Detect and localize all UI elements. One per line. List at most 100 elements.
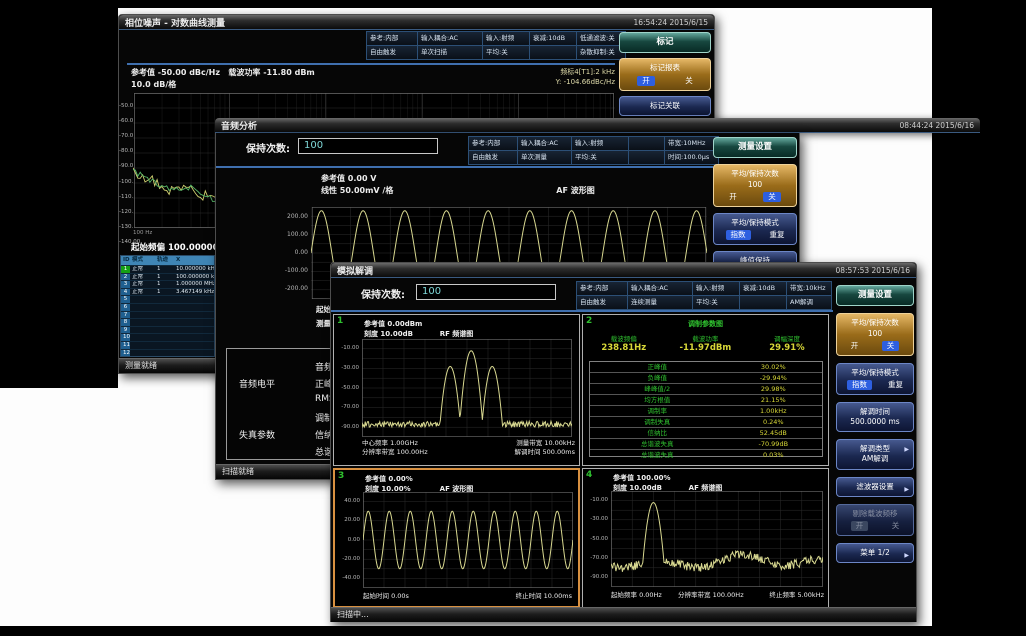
softkey-demod-type[interactable]: 解调类型 AM解调 ▶ (836, 439, 914, 469)
softkey-label: 标记报表 (622, 63, 708, 73)
scale-readout: 10.0 dB/格 (131, 79, 176, 90)
softkey-menu-page[interactable]: 菜单 1/2 ▶ (836, 543, 914, 563)
softkey-avg-hold-mode[interactable]: 平均/保持模式 指数 重复 (713, 213, 797, 245)
ref-level-readout: 参考值 0.00 V (321, 173, 377, 184)
mod-param-table: 正峰值30.02% 负峰值-29.94% 峰峰值/229.98% 均方根值21.… (589, 361, 823, 457)
hold-count-input[interactable]: 100 (416, 284, 556, 300)
y-axis-labels: 200.00 100.00 0.00 -100.00 -200.00 (284, 213, 308, 292)
status-cell: 输入:射频 (693, 282, 739, 295)
marker-row[interactable]: 2正常1100.000000 kHz (121, 273, 214, 281)
af-spectrum-plot (611, 491, 823, 587)
screen: { "w1": { "title": "相位噪声 - 对数曲线测量", "clo… (0, 0, 1026, 636)
plot-title: AF 波形图 (446, 185, 705, 196)
softkey-avg-hold-mode[interactable]: 平均/保持模式 指数 重复 (836, 363, 914, 395)
mode-exp[interactable]: 指数 (847, 380, 872, 390)
stop-freq: 终止频率 5.00kHz (769, 591, 824, 600)
toggle-on[interactable]: 开 (851, 341, 859, 351)
clock: 08:44:24 2015/6/16 (899, 121, 974, 130)
mode-repeat[interactable]: 重复 (888, 380, 903, 390)
rf-spectrum-plot (362, 339, 572, 437)
marker-row[interactable]: 10 (121, 333, 214, 341)
window-title: 音频分析 (221, 119, 257, 132)
clock: 08:57:53 2015/6/16 (835, 266, 910, 275)
marker-row[interactable]: 8 (121, 318, 214, 326)
panel-title: 调制参数图 (583, 319, 828, 329)
softkey-marker-link[interactable]: 标记关联 (619, 96, 711, 116)
panel-number: 3 (338, 471, 344, 481)
panel-rf-spectrum[interactable]: 1 参考值 0.00dBm 刻度 10.00dB RF 频谱图 -10.00 -… (333, 314, 580, 466)
toggle-off[interactable]: 关 (892, 521, 900, 531)
status-table: 参考:内部 输入耦合:AC 输入:射频 带宽:10MHz 自由触发 单次测量 平… (468, 136, 719, 165)
marker-row[interactable]: 4正常13.467149 kHz (121, 288, 214, 296)
status-cell: 连续测量 (628, 296, 692, 309)
status-cell: 带宽:10kHz (787, 282, 831, 295)
rbw: 分辨率带宽 100.00Hz (362, 448, 428, 457)
softkey-value: AM解调 (839, 454, 911, 464)
table-row: 峰峰值/229.98% (590, 383, 822, 394)
softkey-marker-report[interactable]: 标记报表 开 关 (619, 58, 711, 90)
titlebar: 模拟解调 08:57:53 2015/6/16 (331, 263, 916, 278)
table-row: 调制失真0.24% (590, 416, 822, 427)
panel-title: RF 频谱图 (334, 329, 579, 339)
status-cell: 参考:内部 (469, 137, 517, 150)
marker-row[interactable]: 9 (121, 326, 214, 334)
table-row: 信纳比52.45dB (590, 427, 822, 438)
toggle-off[interactable]: 关 (763, 192, 781, 202)
marker-row[interactable]: 11 (121, 341, 214, 349)
table-row: 负峰值-29.94% (590, 372, 822, 383)
status-cell: 衰减:10dB (740, 282, 786, 295)
center-freq: 中心频率 1.00GHz (362, 439, 418, 448)
mode-exp[interactable]: 指数 (726, 230, 751, 240)
start-freq: 起始频率 0.00Hz (611, 591, 662, 600)
toggle-on[interactable]: 开 (851, 521, 869, 531)
toggle-on[interactable]: 开 (729, 192, 737, 202)
softkey-filter-setup[interactable]: 滤波器设置 ▶ (836, 477, 914, 497)
status-cell: 平均:关 (693, 296, 739, 309)
toggle-on[interactable]: 开 (637, 76, 655, 86)
softkey-label: 解调类型 (839, 444, 911, 454)
status-cell: 平均:关 (483, 46, 529, 59)
y-axis-labels: -50.00-60.00 -70.00-80.00 -90.00-100.00 … (119, 103, 132, 246)
softkey-avg-hold-count[interactable]: 平均/保持次数 100 开 关 (713, 164, 797, 206)
status-cell (629, 137, 664, 150)
status-cell: 输入:射频 (572, 137, 628, 150)
status-cell (530, 46, 576, 59)
submenu-arrow-icon: ▶ (904, 446, 909, 454)
marker-row[interactable]: 5 (121, 295, 214, 303)
softkey-panel: 测量设置 平均/保持次数 100 开 关 平均/保持模式 指数 重复 解调时间 … (836, 285, 914, 563)
mod-summary: 载波频偏238.81Hz 载波功率-11.97dBm 调幅深度29.91% (583, 333, 828, 353)
marker-row[interactable]: 1正常110.000000 kHz (121, 265, 214, 273)
softkey-marker[interactable]: 标记 (619, 32, 711, 53)
hold-count-input[interactable]: 100 (298, 138, 438, 154)
marker-row[interactable]: 12 (121, 349, 214, 357)
status-cell: 参考:内部 (577, 282, 627, 295)
softkey-avg-hold-count[interactable]: 平均/保持次数 100 开 关 (836, 313, 914, 355)
softkey-measure-setup[interactable]: 测量设置 (836, 285, 914, 306)
window-body: 保持次数: 100 参考:内部 输入耦合:AC 输入:射频 衰减:10dB 带宽… (331, 278, 916, 622)
softkey-demod-time[interactable]: 解调时间 500.0000 ms (836, 402, 914, 432)
toggle-off[interactable]: 关 (685, 76, 693, 86)
header-separator (331, 310, 833, 312)
panel-af-waveform[interactable]: 3 参考值 0.00% 刻度 10.00% AF 波形图 40.00 20.00… (333, 468, 580, 608)
status-cell (740, 296, 786, 309)
scale-readout: 线性 50.00mV /格 (321, 185, 393, 196)
softkey-label: 平均/保持次数 (839, 318, 911, 328)
status-bar: 扫描中... (331, 607, 916, 622)
marker-row[interactable]: 7 (121, 311, 214, 319)
panel-af-spectrum[interactable]: 4 参考值 100.00% 刻度 10.00dB AF 频谱图 -10.00 -… (582, 468, 829, 608)
status-table: 参考:内部 输入耦合:AC 输入:射频 衰减:10dB 带宽:10kHz 自由触… (576, 281, 832, 310)
softkey-carrier-shift[interactable]: 剔除载波频移 开 关 (836, 504, 914, 536)
toggle-off[interactable]: 关 (882, 341, 900, 351)
group-label: 失真参数 (239, 428, 275, 441)
submenu-arrow-icon: ▶ (904, 552, 909, 560)
panel-mod-params[interactable]: 2 调制参数图 载波频偏238.81Hz 载波功率-11.97dBm 调幅深度2… (582, 314, 829, 466)
af-waveform-plot (363, 492, 573, 588)
status-cell: 单次测量 (518, 151, 571, 164)
mode-repeat[interactable]: 重复 (770, 230, 785, 240)
marker-readout: 频标4[T1]:2 kHz Y: -104.66dBc/Hz (519, 67, 615, 87)
status-cell: 自由触发 (367, 46, 417, 59)
marker-row[interactable]: 3正常11.000000 MHz (121, 280, 214, 288)
softkey-label: 平均/保持次数 (716, 169, 794, 179)
marker-row[interactable]: 6 (121, 303, 214, 311)
softkey-measure-setup[interactable]: 测量设置 (713, 137, 797, 158)
